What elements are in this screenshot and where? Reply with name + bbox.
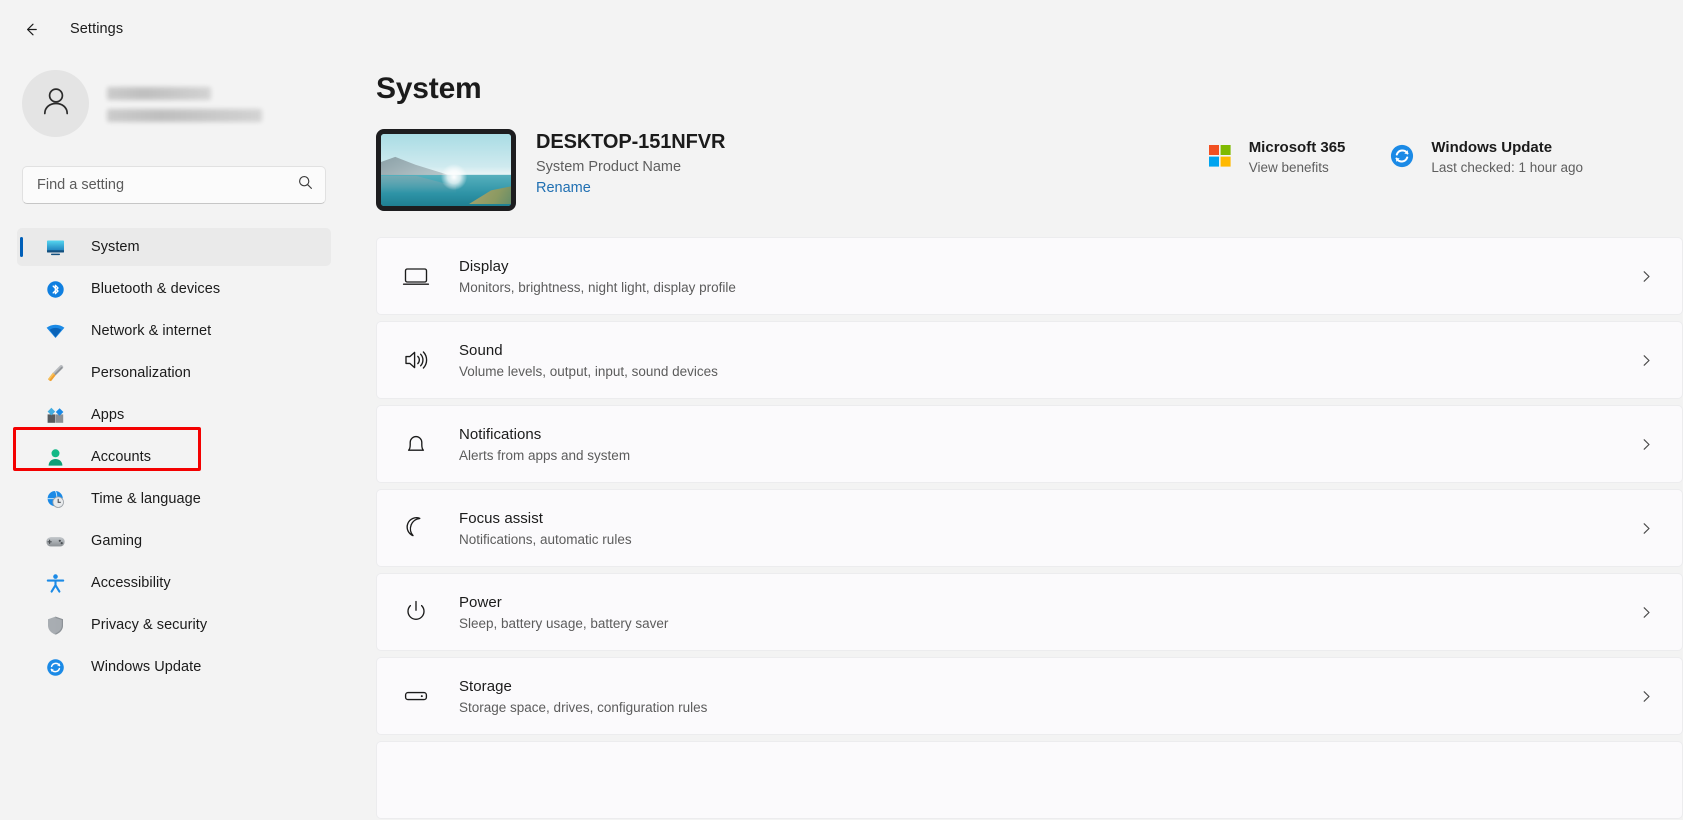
- chevron-right-icon: [1639, 689, 1654, 704]
- chevron-right-icon: [1639, 269, 1654, 284]
- sidebar-item-network-internet[interactable]: Network & internet: [17, 312, 331, 350]
- profile-section[interactable]: [0, 58, 348, 140]
- widget-title: Microsoft 365: [1248, 139, 1346, 156]
- sidebar-item-label: Privacy & security: [91, 617, 208, 633]
- card-title: Power: [459, 593, 502, 611]
- sidebar-item-bluetooth-devices[interactable]: Bluetooth & devices: [17, 270, 331, 308]
- clock-globe-icon: [44, 488, 66, 510]
- device-info: DESKTOP-151NFVR System Product Name Rena…: [536, 129, 725, 197]
- search-box[interactable]: [22, 166, 326, 204]
- sidebar-item-label: Personalization: [91, 365, 191, 381]
- moon-icon: [399, 511, 433, 545]
- chevron-right-icon: [1639, 521, 1654, 536]
- paintbrush-icon: [44, 362, 66, 384]
- settings-card-list: Display Monitors, brightness, night ligh…: [376, 237, 1683, 819]
- card-title: Sound: [459, 341, 503, 359]
- main-content: System DESKTOP-151NFVR System Product Na…: [348, 58, 1683, 820]
- card-subtitle: Sleep, battery usage, battery saver: [459, 615, 669, 631]
- sidebar-item-label: Accessibility: [91, 575, 171, 591]
- profile-email-redacted: [107, 108, 262, 122]
- hard-drive-icon: [399, 679, 433, 713]
- sidebar-nav: System Bluetooth & devices Network & int…: [0, 224, 348, 690]
- power-icon: [399, 595, 433, 629]
- system-monitor-icon: [44, 236, 66, 258]
- account-person-icon: [44, 446, 66, 468]
- gamepad-icon: [44, 530, 66, 552]
- app-title: Settings: [70, 21, 124, 37]
- settings-card-power[interactable]: Power Sleep, battery usage, battery save…: [376, 573, 1683, 651]
- sidebar-item-label: Time & language: [91, 491, 201, 507]
- settings-card-display[interactable]: Display Monitors, brightness, night ligh…: [376, 237, 1683, 315]
- card-title: Focus assist: [459, 509, 543, 527]
- shield-icon: [44, 614, 66, 636]
- apps-grid-icon: [44, 404, 66, 426]
- card-subtitle: Monitors, brightness, night light, displ…: [459, 279, 736, 295]
- back-arrow-icon: [22, 20, 41, 39]
- microsoft-logo-icon: [1205, 141, 1235, 171]
- avatar: [22, 69, 89, 137]
- profile-text: [107, 85, 262, 122]
- card-subtitle: Notifications, automatic rules: [459, 531, 632, 547]
- sidebar-item-label: Windows Update: [91, 659, 202, 675]
- sidebar-item-accessibility[interactable]: Accessibility: [17, 564, 331, 602]
- back-button[interactable]: [14, 12, 48, 46]
- bell-icon: [399, 427, 433, 461]
- search-input[interactable]: [37, 177, 297, 193]
- sidebar-item-personalization[interactable]: Personalization: [17, 354, 331, 392]
- sidebar-item-label: Accounts: [91, 449, 152, 465]
- rename-link[interactable]: Rename: [536, 180, 591, 196]
- sidebar-item-apps[interactable]: Apps: [17, 396, 331, 434]
- update-refresh-icon: [44, 656, 66, 678]
- update-refresh-icon: [1387, 141, 1417, 171]
- settings-card-storage[interactable]: Storage Storage space, drives, configura…: [376, 657, 1683, 735]
- sidebar-item-label: Network & internet: [91, 323, 212, 339]
- page-title: System: [376, 72, 482, 105]
- device-model: System Product Name: [536, 159, 682, 175]
- accessibility-icon: [44, 572, 66, 594]
- profile-name-redacted: [107, 86, 211, 100]
- sidebar-item-label: Gaming: [91, 533, 143, 549]
- sidebar-item-time-language[interactable]: Time & language: [17, 480, 331, 518]
- microsoft-365-widget[interactable]: Microsoft 365 View benefits: [1205, 139, 1346, 175]
- card-title: Notifications: [459, 425, 542, 443]
- sidebar-item-accounts[interactable]: Accounts: [17, 438, 331, 476]
- settings-window: Settings Find a setting System Bluetooth…: [0, 0, 1683, 820]
- chevron-right-icon: [1639, 605, 1654, 620]
- settings-card-focus-assist[interactable]: Focus assist Notifications, automatic ru…: [376, 489, 1683, 567]
- monitor-icon: [399, 259, 433, 293]
- device-wallpaper-thumbnail: [376, 129, 516, 211]
- card-subtitle: Alerts from apps and system: [459, 447, 631, 463]
- chevron-right-icon: [1639, 353, 1654, 368]
- sidebar-item-windows-update[interactable]: Windows Update: [17, 648, 331, 686]
- wifi-icon: [44, 320, 66, 342]
- chevron-right-icon: [1639, 437, 1654, 452]
- settings-card-notifications[interactable]: Notifications Alerts from apps and syste…: [376, 405, 1683, 483]
- sidebar-item-label: Bluetooth & devices: [91, 281, 221, 297]
- sidebar-item-gaming[interactable]: Gaming: [17, 522, 331, 560]
- sidebar-item-privacy-security[interactable]: Privacy & security: [17, 606, 331, 644]
- card-title: Display: [459, 257, 509, 275]
- widget-title: Windows Update: [1431, 139, 1553, 156]
- title-bar: Settings: [0, 0, 1683, 58]
- card-subtitle: Volume levels, output, input, sound devi…: [459, 363, 718, 379]
- device-header: DESKTOP-151NFVR System Product Name Rena…: [376, 129, 1683, 211]
- sidebar-item-label: Apps: [91, 407, 125, 423]
- widget-subtitle: Last checked: 1 hour ago: [1431, 160, 1583, 175]
- card-subtitle: Storage space, drives, configuration rul…: [459, 699, 708, 715]
- settings-card-partial-next[interactable]: [376, 741, 1683, 819]
- widget-subtitle[interactable]: View benefits: [1249, 160, 1346, 175]
- search-icon[interactable]: [297, 174, 314, 196]
- settings-card-sound[interactable]: Sound Volume levels, output, input, soun…: [376, 321, 1683, 399]
- device-name: DESKTOP-151NFVR: [536, 131, 726, 153]
- bluetooth-icon: [44, 278, 66, 300]
- speaker-icon: [399, 343, 433, 377]
- person-avatar-icon: [37, 82, 75, 125]
- sidebar-item-label: System: [91, 239, 140, 255]
- card-title: Storage: [459, 677, 512, 695]
- sidebar-item-system[interactable]: System: [17, 228, 331, 266]
- sidebar: System Bluetooth & devices: [0, 58, 348, 820]
- windows-update-widget[interactable]: Windows Update Last checked: 1 hour ago: [1387, 139, 1583, 175]
- header-widgets: Microsoft 365 View benefits Windows Upda…: [1205, 129, 1683, 175]
